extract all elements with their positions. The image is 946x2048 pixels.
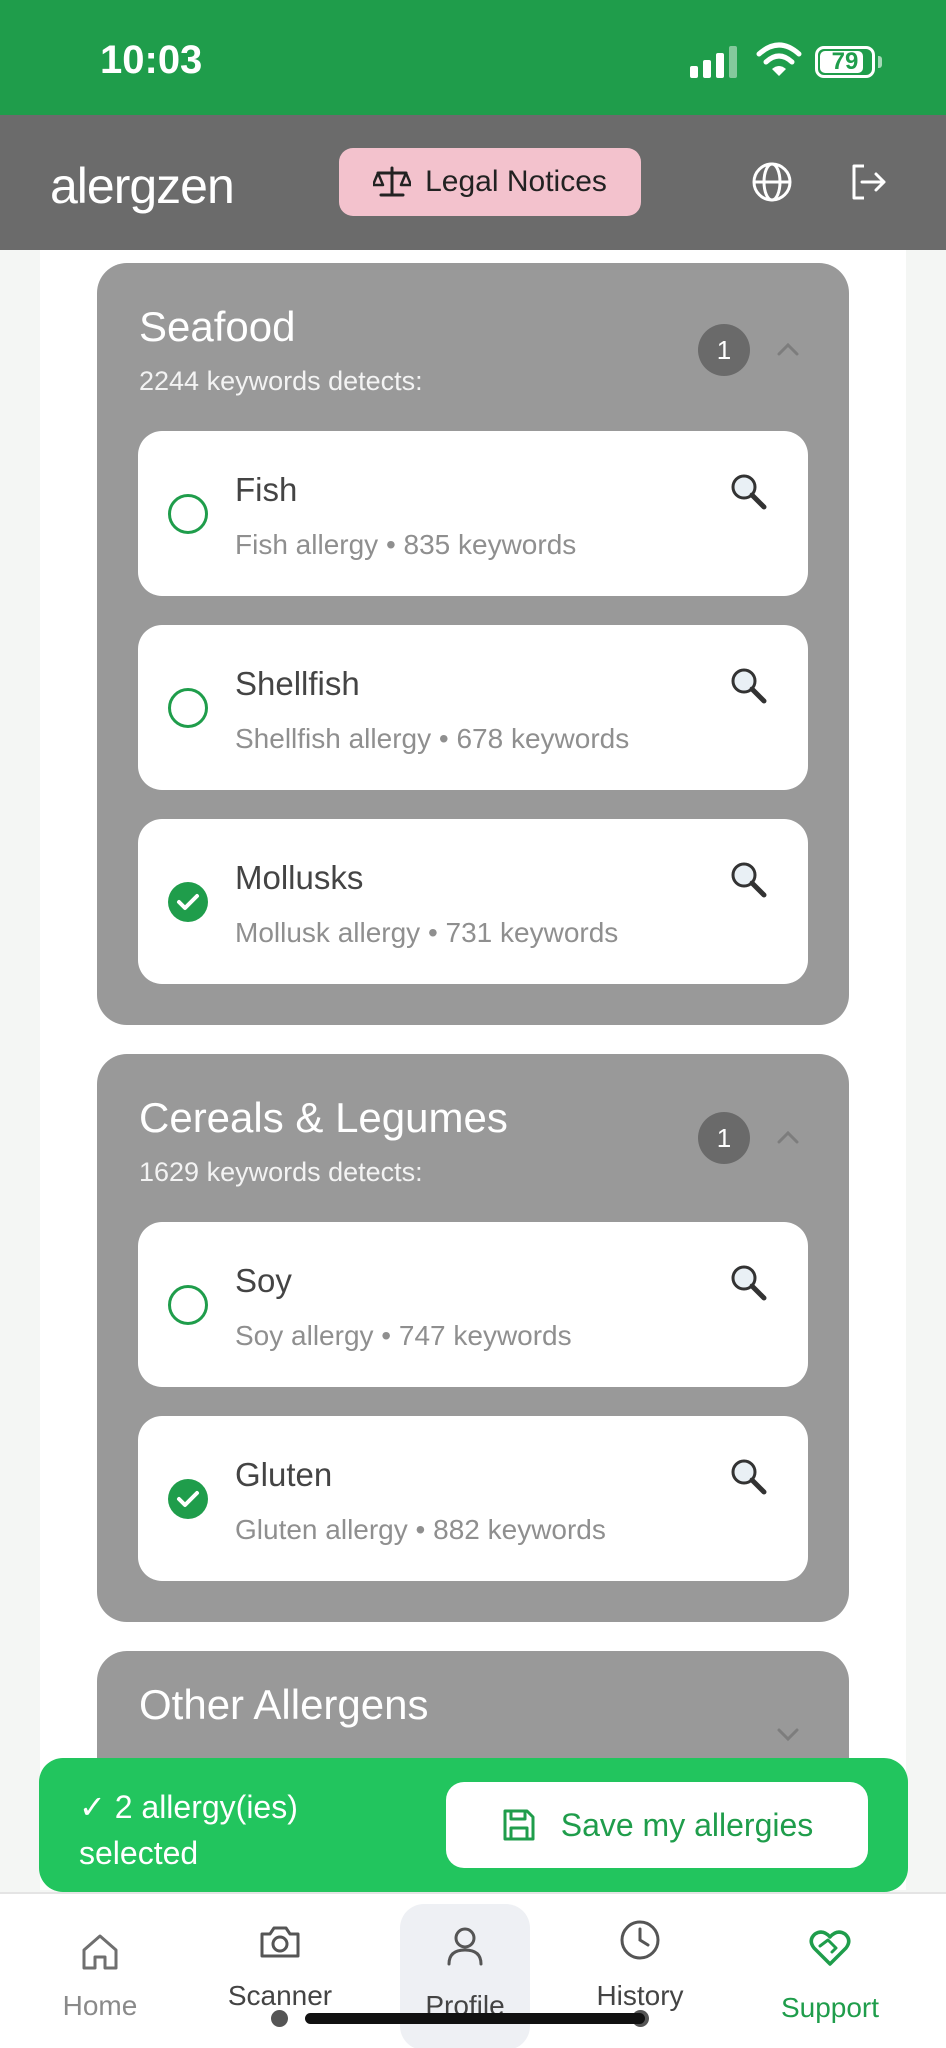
selection-count: ✓ 2 allergy(ies) selected <box>79 1789 298 1871</box>
group-subtitle: 2244 keywords detects: <box>139 366 423 396</box>
unchecked-circle-icon[interactable] <box>168 1285 208 1325</box>
tab-label: Support <box>780 1992 880 2023</box>
allergen-description: Shellfish allergy • 678 keywords <box>235 723 630 754</box>
search-icon[interactable] <box>728 1456 768 1496</box>
allergen-description: Fish allergy • 835 keywords <box>235 529 577 560</box>
group-subtitle: 1629 keywords detects: <box>139 1157 423 1187</box>
app-logo: alergzen <box>50 158 235 214</box>
tab-label: Scanner <box>227 1980 333 2011</box>
tab-label: Home <box>62 1990 138 2021</box>
selected-count-badge: 1 <box>698 1112 750 1164</box>
home-indicator[interactable] <box>305 2013 645 2024</box>
allergen-name: Mollusks <box>235 859 364 896</box>
globe-icon[interactable] <box>750 160 794 204</box>
battery-level: 79 <box>831 48 859 75</box>
chevron-down-icon[interactable] <box>773 1719 803 1749</box>
battery-tip <box>878 56 882 68</box>
bottom-tab-bar: Home Scanner Profile History Support <box>0 1892 946 2048</box>
checked-circle-icon[interactable] <box>168 882 208 922</box>
group-title: Cereals & Legumes <box>139 1094 508 1141</box>
allergen-name: Fish <box>235 471 298 508</box>
status-time: 10:03 <box>100 38 203 82</box>
tab-home[interactable]: Home <box>25 1894 175 2048</box>
chevron-up-icon[interactable] <box>773 335 803 365</box>
page-indicator-dot <box>271 2010 288 2027</box>
camera-icon <box>260 1926 300 1958</box>
allergen-item-fish[interactable]: Fish Fish allergy • 835 keywords <box>138 431 808 596</box>
allergen-name: Gluten <box>235 1456 333 1493</box>
wifi-icon <box>756 42 802 76</box>
clock-icon <box>620 1920 660 1960</box>
allergen-description: Gluten allergy • 882 keywords <box>235 1514 606 1545</box>
status-bar: 10:03 79 <box>0 0 946 115</box>
chevron-up-icon[interactable] <box>773 1123 803 1153</box>
user-icon <box>447 1927 483 1966</box>
tab-label: History <box>596 1980 684 2011</box>
scale-icon <box>373 166 412 197</box>
search-icon[interactable] <box>728 665 768 705</box>
checked-circle-icon[interactable] <box>168 1479 208 1519</box>
group-cereals-legumes: Cereals & Legumes 1629 keywords detects:… <box>97 1054 849 1622</box>
search-icon[interactable] <box>728 471 768 511</box>
selected-count-badge: 1 <box>698 324 750 376</box>
group-title: Seafood <box>139 303 296 350</box>
tab-support[interactable]: Support <box>755 1894 905 2048</box>
heart-handshake-icon <box>809 1930 851 1966</box>
allergen-name: Soy <box>235 1262 292 1299</box>
allergen-description: Mollusk allergy • 731 keywords <box>235 917 619 948</box>
allergen-item-gluten[interactable]: Gluten Gluten allergy • 882 keywords <box>138 1416 808 1581</box>
group-seafood: Seafood 2244 keywords detects: 1 Fish Fi… <box>97 263 849 1025</box>
tab-profile[interactable]: Profile <box>390 1894 540 2048</box>
unchecked-circle-icon[interactable] <box>168 494 208 534</box>
floppy-disk-icon <box>503 1809 535 1841</box>
home-icon <box>82 1934 118 1970</box>
allergen-name: Shellfish <box>235 665 360 702</box>
selection-bar: ✓ 2 allergy(ies) selected Save my allerg… <box>39 1758 908 1892</box>
allergen-item-shellfish[interactable]: Shellfish Shellfish allergy • 678 keywor… <box>138 625 808 790</box>
group-title: Other Allergens <box>139 1681 429 1728</box>
legal-notices-label: Legal Notices <box>425 165 607 198</box>
search-icon[interactable] <box>728 1262 768 1302</box>
logout-icon[interactable] <box>846 160 890 204</box>
battery-icon: 79 <box>815 46 875 78</box>
cellular-signal-icon <box>690 44 737 78</box>
allergen-description: Soy allergy • 747 keywords <box>235 1320 572 1351</box>
unchecked-circle-icon[interactable] <box>168 688 208 728</box>
save-allergies-label: Save my allergies <box>560 1806 814 1843</box>
allergen-item-mollusks[interactable]: Mollusks Mollusk allergy • 731 keywords <box>138 819 808 984</box>
allergen-item-soy[interactable]: Soy Soy allergy • 747 keywords <box>138 1222 808 1387</box>
legal-notices-button[interactable]: Legal Notices <box>339 148 641 216</box>
save-allergies-button[interactable]: Save my allergies <box>446 1782 868 1868</box>
search-icon[interactable] <box>728 859 768 899</box>
app-header: alergzen Legal Notices <box>0 115 946 250</box>
